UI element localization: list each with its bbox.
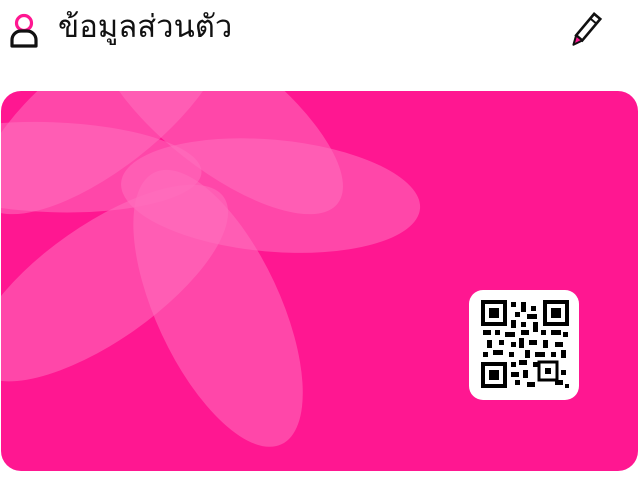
user-icon: [8, 12, 40, 48]
qr-code-button[interactable]: [469, 290, 579, 400]
member-card[interactable]: [1, 91, 638, 471]
edit-profile-button[interactable]: [566, 10, 604, 52]
flower-decoration: [1, 91, 421, 447]
profile-page: ข้อมูลส่วนตัว: [0, 0, 638, 480]
profile-header: ข้อมูลส่วนตัว: [0, 0, 638, 60]
page-title: ข้อมูลส่วนตัว: [58, 9, 233, 45]
pencil-icon: [566, 10, 604, 52]
